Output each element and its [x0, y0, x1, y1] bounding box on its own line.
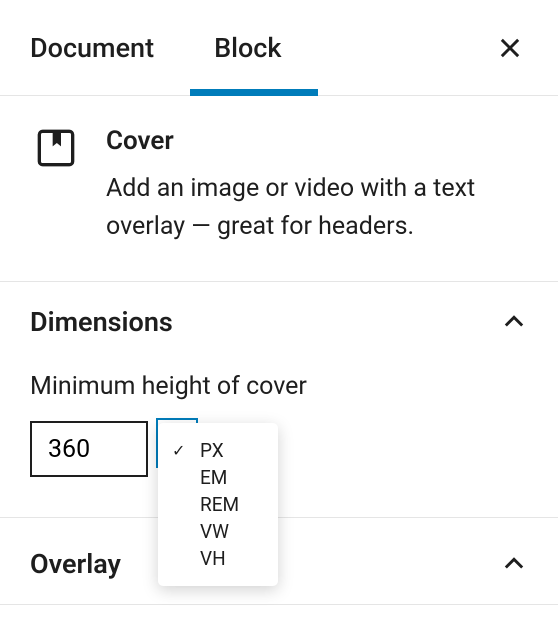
panel-overlay-toggle[interactable]: Overlay	[0, 518, 558, 604]
sidebar-tabs: Document Block	[0, 0, 558, 96]
block-title: Cover	[106, 126, 528, 156]
unit-option-label: VW	[200, 520, 229, 543]
unit-option-vh[interactable]: VH	[158, 545, 278, 572]
block-description: Add an image or video with a text overla…	[106, 170, 528, 245]
panel-dimensions-body: Minimum height of cover ✓ PX EM REM	[0, 362, 558, 517]
tab-block[interactable]: Block	[186, 2, 309, 94]
tab-document[interactable]: Document	[30, 2, 186, 94]
min-height-input[interactable]	[30, 421, 148, 477]
unit-option-em[interactable]: EM	[158, 464, 278, 491]
unit-option-label: VH	[200, 547, 226, 570]
min-height-control: ✓ PX EM REM VW VH	[30, 421, 528, 477]
unit-dropdown: ✓ PX EM REM VW VH	[158, 423, 278, 586]
panel-dimensions-toggle[interactable]: Dimensions	[0, 282, 558, 362]
block-card-text: Cover Add an image or video with a text …	[106, 126, 528, 245]
chevron-up-icon	[500, 550, 528, 578]
panel-overlay-title: Overlay	[30, 548, 121, 580]
unit-option-px[interactable]: ✓ PX	[158, 437, 278, 464]
block-card: Cover Add an image or video with a text …	[0, 96, 558, 282]
panel-dimensions-title: Dimensions	[30, 306, 173, 338]
check-icon: ✓	[172, 441, 190, 460]
close-button[interactable]	[496, 34, 524, 62]
close-icon	[496, 34, 524, 62]
unit-option-vw[interactable]: VW	[158, 518, 278, 545]
tab-active-indicator	[190, 89, 318, 96]
cover-block-icon	[36, 128, 76, 168]
unit-option-rem[interactable]: REM	[158, 491, 278, 518]
unit-option-label: PX	[200, 439, 224, 462]
unit-option-label: REM	[200, 493, 239, 516]
chevron-up-icon	[500, 308, 528, 336]
unit-option-label: EM	[200, 466, 227, 489]
panel-overlay: Overlay	[0, 518, 558, 605]
panel-dimensions: Dimensions Minimum height of cover ✓ PX …	[0, 282, 558, 518]
min-height-label: Minimum height of cover	[30, 372, 528, 401]
